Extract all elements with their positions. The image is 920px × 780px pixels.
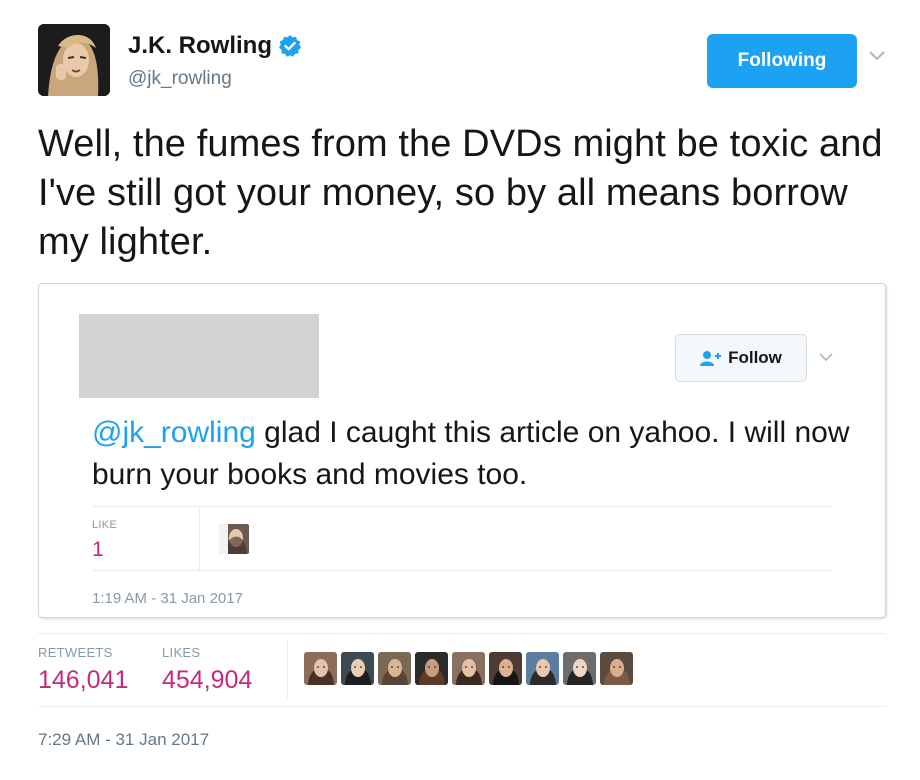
quoted-tweet-text: @jk_rowling glad I caught this article o… <box>92 412 852 496</box>
author-name-row: J.K. Rowling <box>128 32 302 60</box>
author-avatar[interactable] <box>38 24 110 96</box>
divider <box>38 706 886 707</box>
retweets-count[interactable]: 146,041 <box>38 666 128 695</box>
quoted-timestamp[interactable]: 1:19 AM - 31 Jan 2017 <box>92 590 243 607</box>
divider <box>287 640 288 698</box>
divider <box>199 508 200 570</box>
likes-count[interactable]: 454,904 <box>162 666 252 695</box>
liker-avatar[interactable] <box>563 652 596 685</box>
quoted-tweet-card[interactable]: Follow @jk_rowling glad I caught this ar… <box>38 283 886 618</box>
follow-button[interactable]: Follow <box>675 334 807 382</box>
liker-avatar[interactable] <box>219 524 249 554</box>
author-handle[interactable]: @jk_rowling <box>128 68 232 90</box>
liker-avatars <box>304 652 633 685</box>
divider <box>92 570 832 571</box>
liker-avatar[interactable] <box>600 652 633 685</box>
add-user-icon <box>700 351 722 366</box>
chevron-down-icon[interactable] <box>819 352 833 362</box>
liker-avatar[interactable] <box>452 652 485 685</box>
liker-avatar[interactable] <box>304 652 337 685</box>
following-button[interactable]: Following <box>707 34 857 88</box>
likes-label: LIKES <box>162 645 201 660</box>
liker-avatar[interactable] <box>378 652 411 685</box>
divider <box>92 506 832 507</box>
tweet-timestamp[interactable]: 7:29 AM - 31 Jan 2017 <box>38 730 209 750</box>
author-display-name[interactable]: J.K. Rowling <box>128 32 272 60</box>
tweet-text: Well, the fumes from the DVDs might be t… <box>38 123 883 263</box>
verified-badge-icon <box>279 35 301 57</box>
follow-button-label: Follow <box>728 348 782 367</box>
redacted-user-block <box>79 314 319 398</box>
tweet-page: J.K. Rowling @jk_rowling Following Well,… <box>0 0 920 780</box>
liker-avatar[interactable] <box>415 652 448 685</box>
liker-avatar[interactable] <box>526 652 559 685</box>
divider <box>38 633 886 634</box>
quoted-like-count[interactable]: 1 <box>92 538 104 562</box>
quoted-like-label: LIKE <box>92 519 118 531</box>
liker-avatar[interactable] <box>341 652 374 685</box>
mention-link[interactable]: @jk_rowling <box>92 416 256 449</box>
chevron-down-icon[interactable] <box>868 50 886 62</box>
liker-avatar[interactable] <box>489 652 522 685</box>
retweets-label: RETWEETS <box>38 645 113 660</box>
